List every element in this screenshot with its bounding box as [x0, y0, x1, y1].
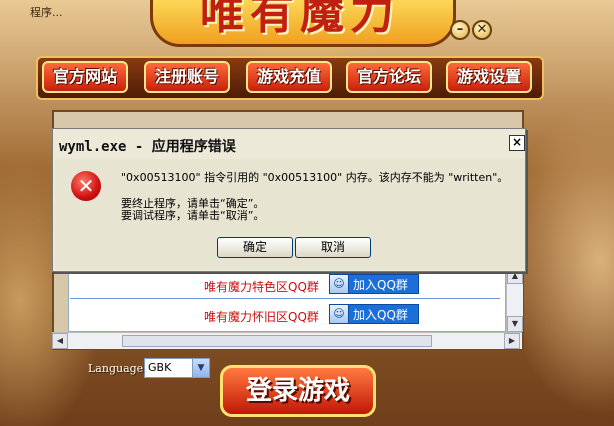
minimize-icon: – — [456, 22, 464, 37]
list-item: 唯有魔力怀旧区QQ群 ☺ 加入QQ群 — [70, 302, 500, 330]
close-icon: ✕ — [476, 22, 488, 37]
minimize-button[interactable]: – — [450, 20, 470, 40]
join-qq-label: 加入QQ群 — [353, 308, 408, 322]
login-game-button[interactable]: 登录游戏 — [220, 365, 376, 417]
close-window-button[interactable]: ✕ — [472, 20, 492, 40]
error-dialog: wyml.exe - 应用程序错误 × ✕ "0x00513100" 指令引用的… — [52, 128, 526, 272]
cancel-button[interactable]: 取消 — [295, 237, 371, 258]
nav-forum-button[interactable]: 官方论坛 — [346, 61, 432, 93]
join-qq-group-button[interactable]: ☺ 加入QQ群 — [329, 274, 419, 294]
window-title: 程序... — [30, 6, 63, 19]
nav-register-button[interactable]: 注册账号 — [144, 61, 230, 93]
ok-button[interactable]: 确定 — [217, 237, 293, 258]
join-qq-group-button[interactable]: ☺ 加入QQ群 — [329, 304, 419, 324]
horizontal-scrollbar[interactable]: ◀ ▶ — [52, 332, 522, 349]
scroll-down-arrow[interactable]: ▼ — [507, 316, 523, 332]
nav-settings-button[interactable]: 游戏设置 — [446, 61, 532, 93]
scroll-left-arrow[interactable]: ◀ — [52, 333, 68, 349]
chevron-down-icon[interactable]: ▼ — [192, 359, 209, 377]
language-label: Language: — [88, 362, 147, 375]
nav-recharge-button[interactable]: 游戏充值 — [246, 61, 332, 93]
qq-group-name: 唯有魔力特色区QQ群 — [204, 280, 319, 294]
list-item: 唯有魔力特色区QQ群 ☺ 加入QQ群 — [70, 272, 500, 300]
nav-official-site-button[interactable]: 官方网站 — [42, 61, 128, 93]
qq-group-name: 唯有魔力怀旧区QQ群 — [204, 310, 319, 324]
error-message: "0x00513100" 指令引用的 "0x00513100" 内存。该内存不能… — [121, 171, 509, 184]
close-icon: × — [511, 135, 523, 149]
dialog-titlebar[interactable]: wyml.exe - 应用程序错误 × — [53, 129, 525, 159]
language-select[interactable]: GBK ▼ — [144, 358, 210, 378]
qq-users-icon: ☺ — [330, 275, 349, 293]
language-value: GBK — [148, 361, 172, 374]
qq-users-icon: ☺ — [330, 305, 349, 323]
vertical-scrollbar[interactable]: ▲ ▼ — [506, 268, 523, 332]
game-logo: 唯有魔力 — [200, 0, 400, 39]
debug-hint: 要调试程序，请单击“取消”。 — [121, 209, 265, 222]
join-qq-label: 加入QQ群 — [353, 278, 408, 292]
scroll-right-arrow[interactable]: ▶ — [504, 333, 520, 349]
error-icon: ✕ — [71, 171, 101, 201]
scroll-thumb[interactable] — [122, 335, 432, 347]
dialog-body: ✕ "0x00513100" 指令引用的 "0x00513100" 内存。该内存… — [55, 159, 525, 269]
dialog-title: wyml.exe - 应用程序错误 — [59, 139, 236, 155]
dialog-close-button[interactable]: × — [509, 135, 525, 151]
